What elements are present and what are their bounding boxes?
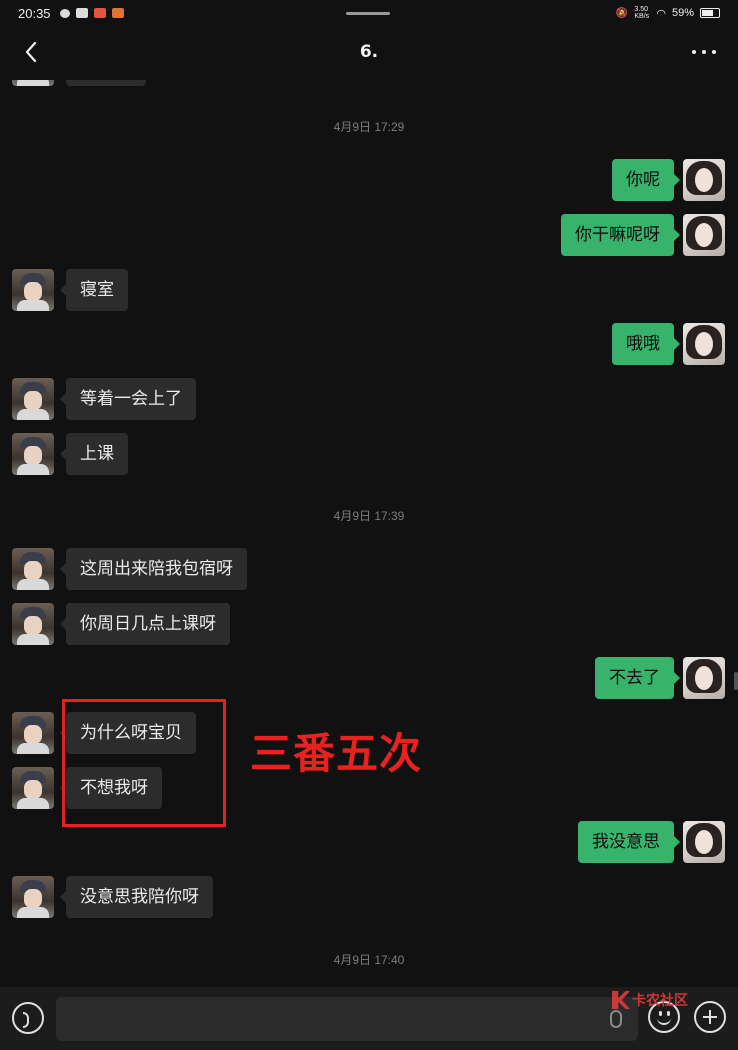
avatar[interactable]	[12, 269, 54, 311]
message-bubble-outgoing[interactable]: 不去了	[595, 657, 680, 699]
wifi-icon: ◠	[656, 7, 666, 20]
message-bubble-partial[interactable]	[66, 80, 146, 86]
message-list[interactable]: 4月9日 17:29 你呢 你干嘛呢呀 寝室 哦哦 等着一会上了 上课 4月9日…	[0, 80, 738, 987]
app-icon	[112, 8, 124, 18]
battery-percent: 59%	[671, 7, 694, 19]
avatar[interactable]	[12, 378, 54, 420]
voice-icon[interactable]	[12, 1002, 44, 1034]
status-left-icons	[60, 8, 124, 18]
avatar[interactable]	[12, 712, 54, 754]
avatar[interactable]	[12, 80, 54, 86]
message-bubble-incoming[interactable]: 这周出来陪我包宿呀	[60, 548, 247, 590]
mute-icon: 🔕	[615, 7, 629, 19]
video-icon	[76, 8, 88, 18]
message-bubble-incoming[interactable]: 上课	[60, 433, 128, 475]
message-bubble-outgoing[interactable]: 哦哦	[612, 323, 680, 365]
message-bubble-incoming[interactable]: 没意思我陪你呀	[60, 876, 213, 918]
home-indicator	[346, 12, 390, 15]
network-speed: 3.50 KB/s	[634, 6, 650, 20]
status-time: 20:35	[18, 6, 51, 21]
status-right: 🔕 3.50 KB/s ◠ 59%	[616, 6, 720, 20]
battery-icon	[700, 8, 720, 18]
chat-title: 6.	[359, 42, 379, 62]
scroll-indicator[interactable]	[734, 672, 738, 690]
avatar[interactable]	[683, 159, 725, 201]
annotation-text: 三番五次	[250, 729, 423, 778]
avatar[interactable]	[12, 876, 54, 918]
avatar[interactable]	[683, 323, 725, 365]
message-bubble-outgoing[interactable]: 你干嘛呢呀	[561, 214, 680, 256]
watermark-logo-icon	[612, 991, 630, 1009]
timestamp: 4月9日 17:39	[333, 509, 405, 523]
avatar[interactable]	[12, 767, 54, 809]
status-bar: 20:35 🔕 3.50 KB/s ◠ 59%	[0, 0, 738, 28]
watermark: 卡农社区	[612, 990, 688, 1010]
avatar[interactable]	[683, 214, 725, 256]
more-dots-icon[interactable]	[692, 50, 716, 56]
plus-icon[interactable]	[694, 1001, 726, 1033]
message-bubble-incoming[interactable]: 寝室	[60, 269, 128, 311]
message-bubble-outgoing[interactable]: 你呢	[612, 159, 680, 201]
wechat-icon	[60, 8, 70, 18]
mic-icon[interactable]	[610, 1010, 622, 1028]
avatar[interactable]	[12, 433, 54, 475]
message-bubble-incoming[interactable]: 你周日几点上课呀	[60, 603, 230, 645]
avatar[interactable]	[12, 548, 54, 590]
watermark-text: 卡农社区	[632, 993, 688, 1009]
avatar[interactable]	[683, 821, 725, 863]
message-input[interactable]	[56, 997, 638, 1041]
app-icon	[94, 8, 106, 18]
timestamp: 4月9日 17:29	[333, 120, 405, 134]
message-bubble-outgoing[interactable]: 我没意思	[578, 821, 680, 863]
chat-header: 6.	[0, 28, 738, 80]
avatar[interactable]	[12, 603, 54, 645]
message-bubble-incoming[interactable]: 等着一会上了	[60, 378, 196, 420]
timestamp: 4月9日 17:40	[333, 953, 405, 967]
highlight-box	[62, 699, 226, 827]
avatar[interactable]	[683, 657, 725, 699]
